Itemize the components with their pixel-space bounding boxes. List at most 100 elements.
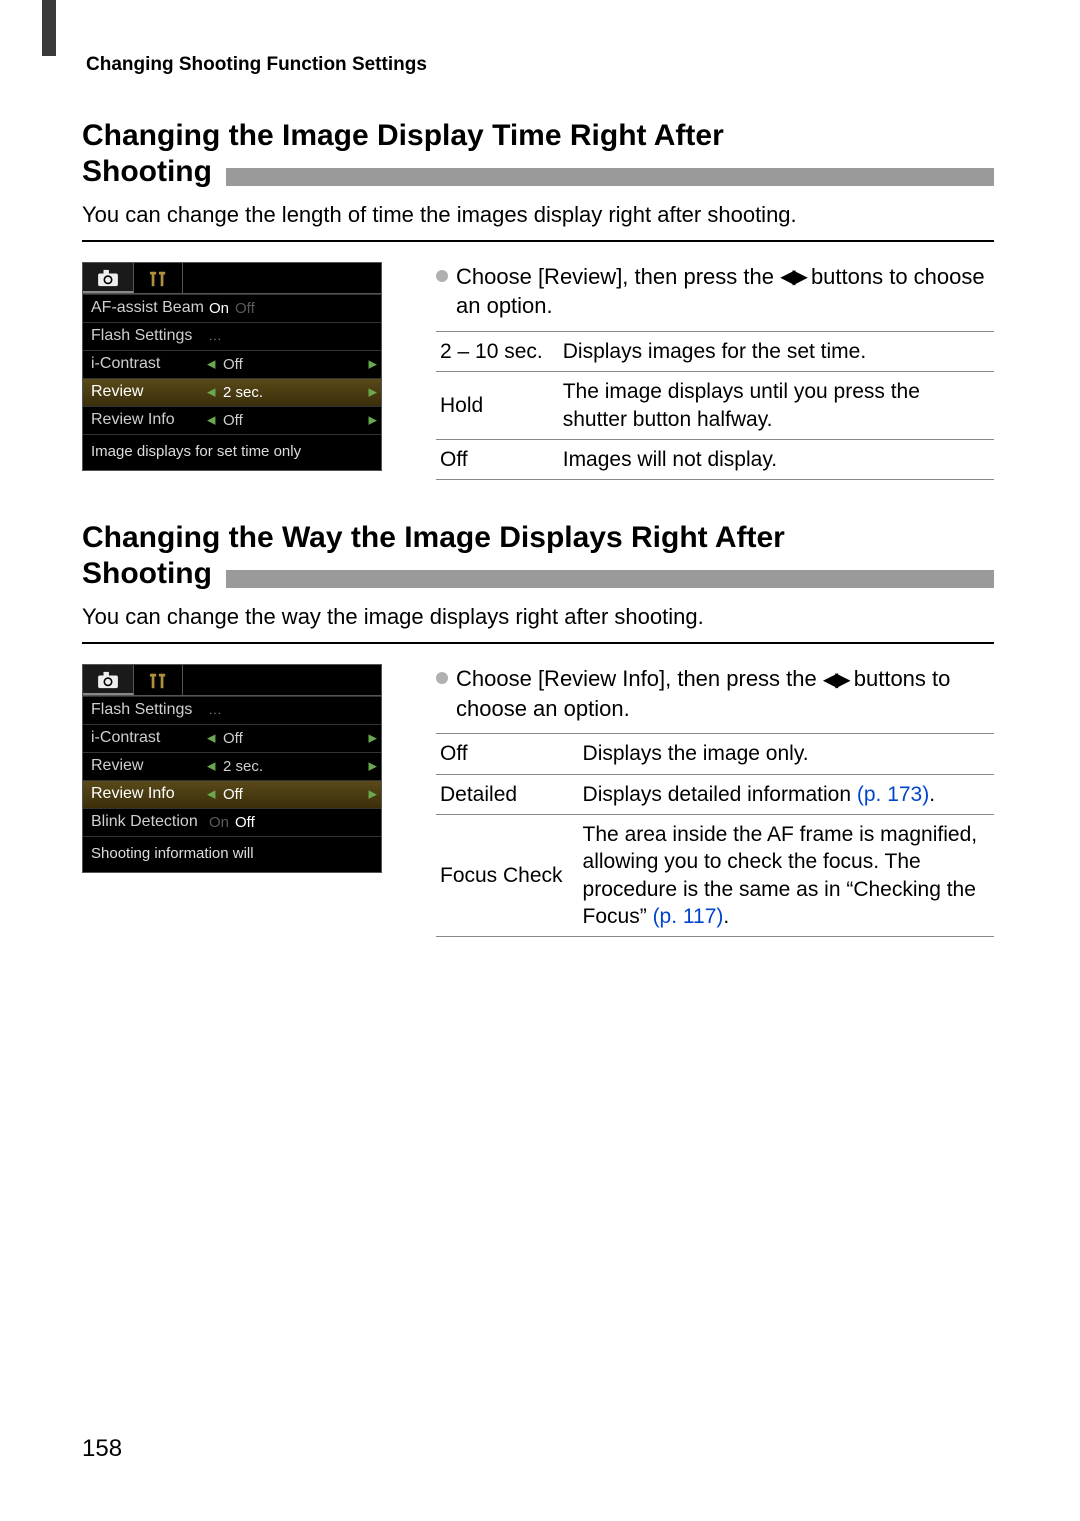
lcd-label: Flash Settings [91,327,209,345]
arrow-right-icon: ▶ [369,788,377,801]
separator [82,642,994,644]
lcd-value: 2 sec. [209,384,373,401]
section2-title-line1: Changing the Way the Image Displays Righ… [82,520,994,556]
opt-desc: The image displays until you press the s… [559,372,994,440]
lcd-row: Review◀2 sec.▶ [83,378,381,406]
section1-title-line1: Changing the Image Display Time Right Af… [82,118,994,154]
arrow-right-icon: ▶ [369,358,377,371]
tools-icon [148,672,168,690]
page-number: 158 [82,1435,122,1463]
bullet-icon [436,672,448,684]
options-table-2: Off Displays the image only. Detailed Di… [436,733,994,937]
section1-title-block: Changing the Image Display Time Right Af… [82,118,994,190]
lcd-label: Review Info [91,785,209,803]
arrow-left-icon: ◀ [207,386,215,399]
lcd-row: i-Contrast◀Off▶ [83,724,381,752]
ellipsis-icon: ... [209,329,222,343]
section2-title-line2: Shooting [82,556,212,592]
opt-name: Off [436,734,579,774]
lcd-hint: Image displays for set time only [83,434,381,470]
page-link-173[interactable]: (p. 173) [857,783,929,806]
arrow-left-icon: ◀ [207,788,215,801]
opt-name: 2 – 10 sec. [436,332,559,372]
opt-desc: Displays images for the set time. [559,332,994,372]
opt-desc: Displays detailed information (p. 173). [579,774,994,814]
opt-desc: The area inside the AF frame is magnifie… [579,814,994,936]
lcd-label: Blink Detection [91,813,209,831]
lcd-row: Flash Settings... [83,322,381,350]
lcd-row: i-Contrast◀Off▶ [83,350,381,378]
lcd-row: Review Info◀Off▶ [83,780,381,808]
title-bar [226,570,994,588]
opt-desc: Images will not display. [559,439,994,479]
lcd-hint: Shooting information will [83,836,381,872]
arrow-left-icon: ◀ [207,358,215,371]
instruction1-pre: Choose [Review], then press the [456,264,780,289]
lcd-label: AF-assist Beam [91,299,209,317]
title-bar [226,168,994,186]
lcd-row: AF-assist BeamOnOff [83,294,381,322]
tab-tools [134,665,183,695]
lcd-value: Off [209,730,373,747]
page-link-117[interactable]: (p. 117) [653,905,724,928]
lcd-label: Review [91,383,209,401]
instruction2: Choose [Review Info], then press the ◀▶ … [436,664,994,723]
section1-title-line2: Shooting [82,154,212,190]
table-row: Hold The image displays until you press … [436,372,994,440]
lcd-label: i-Contrast [91,355,209,373]
table-row: Off Displays the image only. [436,734,994,774]
tools-icon [148,270,168,288]
lcd-label: Review Info [91,411,209,429]
arrow-right-icon: ▶ [369,386,377,399]
tab-camera [83,665,134,695]
arrow-right-icon: ▶ [369,732,377,745]
left-right-icon: ◀▶ [823,667,848,694]
camera-icon [97,269,119,287]
section1-intro: You can change the length of time the im… [82,200,994,230]
lcd-value: OnOff [209,814,373,831]
table-row: Off Images will not display. [436,439,994,479]
tab-tools [134,263,183,293]
lcd-row: Review◀2 sec.▶ [83,752,381,780]
arrow-left-icon: ◀ [207,732,215,745]
lcd-label: Flash Settings [91,701,209,719]
left-right-icon: ◀▶ [780,264,805,291]
table-row: Detailed Displays detailed information (… [436,774,994,814]
arrow-right-icon: ▶ [369,760,377,773]
arrow-left-icon: ◀ [207,414,215,427]
opt-name: Off [436,439,559,479]
section2-title-block: Changing the Way the Image Displays Righ… [82,520,994,592]
lcd-value: Off [209,412,373,429]
arrow-left-icon: ◀ [207,760,215,773]
lcd-row: Blink DetectionOnOff [83,808,381,836]
lcd-value: Off [209,786,373,803]
page-header: Changing Shooting Function Settings [86,54,994,76]
lcd-label: i-Contrast [91,729,209,747]
opt-name: Hold [436,372,559,440]
instruction1: Choose [Review], then press the ◀▶ butto… [436,262,994,321]
bullet-icon [436,270,448,282]
table-row: Focus Check The area inside the AF frame… [436,814,994,936]
camera-icon [97,671,119,689]
section2-intro: You can change the way the image display… [82,602,994,632]
lcd-row: Review Info◀Off▶ [83,406,381,434]
camera-menu-review: AF-assist BeamOnOffFlash Settings...i-Co… [82,262,382,471]
camera-menu-review-info: Flash Settings...i-Contrast◀Off▶Review◀2… [82,664,382,873]
opt-desc: Displays the image only. [579,734,994,774]
options-table-1: 2 – 10 sec. Displays images for the set … [436,331,994,480]
opt-name: Focus Check [436,814,579,936]
side-tab [42,0,56,56]
ellipsis-icon: ... [209,703,222,717]
lcd-row: Flash Settings... [83,696,381,724]
opt-name: Detailed [436,774,579,814]
instruction2-pre: Choose [Review Info], then press the [456,666,823,691]
lcd-tabs [83,665,381,696]
table-row: 2 – 10 sec. Displays images for the set … [436,332,994,372]
lcd-tabs [83,263,381,294]
lcd-value: 2 sec. [209,758,373,775]
tab-camera [83,263,134,293]
lcd-label: Review [91,757,209,775]
separator [82,240,994,242]
arrow-right-icon: ▶ [369,414,377,427]
lcd-value: OnOff [209,300,373,317]
